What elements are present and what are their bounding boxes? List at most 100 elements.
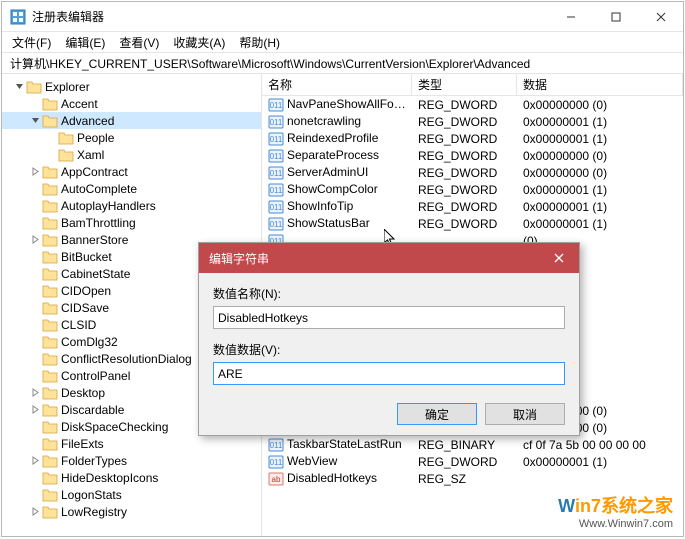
expander-none [28,199,42,213]
expander-none [28,318,42,332]
value-type-cell: REG_DWORD [412,200,517,214]
chevron-right-icon[interactable] [28,505,42,519]
tree-item[interactable]: Explorer [2,78,261,95]
tree-item-label: BitBucket [61,250,112,264]
cancel-button[interactable]: 取消 [485,403,565,425]
chevron-down-icon[interactable] [12,80,26,94]
tree-item-label: LogonStats [61,488,122,502]
tree-item-label: AutoplayHandlers [61,199,156,213]
svg-text:011: 011 [270,441,283,450]
expander-none [28,352,42,366]
svg-text:011: 011 [270,169,283,178]
value-name-cell: 011NavPaneShowAllFolders [262,97,412,112]
regedit-icon [10,9,26,25]
value-type-cell: REG_DWORD [412,183,517,197]
menu-help[interactable]: 帮助(H) [233,33,286,52]
tree-item[interactable]: Advanced [2,112,261,129]
tree-item-label: DiskSpaceChecking [61,420,168,434]
expander-none [28,284,42,298]
tree-item-label: ControlPanel [61,369,130,383]
tree-item-label: LowRegistry [61,505,127,519]
value-type-cell: REG_DWORD [412,132,517,146]
value-row[interactable]: 011ShowStatusBarREG_DWORD0x00000001 (1) [262,215,683,232]
minimize-button[interactable] [548,2,593,31]
tree-item[interactable]: HideDesktopIcons [2,469,261,486]
svg-text:011: 011 [270,135,283,144]
value-name-cell: 011ShowStatusBar [262,216,412,231]
tree-item[interactable]: LowRegistry [2,503,261,520]
value-data-cell: cf 0f 7a 5b 00 00 00 00 [517,438,683,452]
value-row[interactable]: 011nonetcrawlingREG_DWORD0x00000001 (1) [262,113,683,130]
tree-item-label: ConflictResolutionDialog [61,352,192,366]
svg-text:011: 011 [270,152,283,161]
value-data-cell: 0x00000000 (0) [517,166,683,180]
menu-view[interactable]: 查看(V) [113,33,165,52]
tree-item-label: HideDesktopIcons [61,471,158,485]
value-data-cell: 0x00000001 (1) [517,183,683,197]
ok-button[interactable]: 确定 [397,403,477,425]
tree-item-label: Advanced [61,114,114,128]
col-header-type[interactable]: 类型 [412,74,517,95]
close-button[interactable] [638,2,683,31]
value-row[interactable]: 011WebViewREG_DWORD0x00000001 (1) [262,453,683,470]
menu-file[interactable]: 文件(F) [6,33,57,52]
value-data-label: 数值数据(V): [213,341,565,358]
window-title: 注册表编辑器 [32,8,548,25]
tree-item[interactable]: FileExts [2,435,261,452]
tree-item[interactable]: FolderTypes [2,452,261,469]
value-row[interactable]: 011ShowInfoTipREG_DWORD0x00000001 (1) [262,198,683,215]
value-row[interactable]: 011TaskbarStateLastRunREG_BINARYcf 0f 7a… [262,436,683,453]
col-header-data[interactable]: 数据 [517,74,683,95]
chevron-right-icon[interactable] [28,403,42,417]
chevron-right-icon[interactable] [28,454,42,468]
expander-none [28,437,42,451]
tree-item[interactable]: AutoComplete [2,180,261,197]
value-row[interactable]: 011ShowCompColorREG_DWORD0x00000001 (1) [262,181,683,198]
tree-item[interactable]: Xaml [2,146,261,163]
svg-text:011: 011 [270,186,283,195]
value-name-cell: abDisabledHotkeys [262,471,412,486]
tree-item[interactable]: People [2,129,261,146]
address-text: 计算机\HKEY_CURRENT_USER\Software\Microsoft… [10,55,530,72]
tree-item[interactable]: Accent [2,95,261,112]
maximize-button[interactable] [593,2,638,31]
menu-edit[interactable]: 编辑(E) [59,33,111,52]
value-type-cell: REG_DWORD [412,115,517,129]
expander-none [28,182,42,196]
chevron-right-icon[interactable] [28,233,42,247]
tree-item-label: CabinetState [61,267,130,281]
expander-none [44,131,58,145]
dialog-close-button[interactable] [539,243,579,273]
svg-text:ab: ab [272,475,281,484]
expander-none [28,335,42,349]
tree-item-label: Xaml [77,148,104,162]
value-row[interactable]: 011SeparateProcessREG_DWORD0x00000000 (0… [262,147,683,164]
value-row[interactable]: 011NavPaneShowAllFoldersREG_DWORD0x00000… [262,96,683,113]
value-data-cell: 0x00000001 (1) [517,455,683,469]
tree-item[interactable]: LogonStats [2,486,261,503]
value-type-cell: REG_DWORD [412,455,517,469]
value-data-input[interactable] [213,362,565,385]
tree-item[interactable]: AutoplayHandlers [2,197,261,214]
value-row[interactable]: abDisabledHotkeysREG_SZ [262,470,683,487]
value-row[interactable]: 011ReindexedProfileREG_DWORD0x00000001 (… [262,130,683,147]
tree-item-label: Explorer [45,80,90,94]
value-type-cell: REG_BINARY [412,438,517,452]
col-header-name[interactable]: 名称 [262,74,412,95]
tree-item[interactable]: BamThrottling [2,214,261,231]
expander-none [28,267,42,281]
dialog-titlebar[interactable]: 编辑字符串 [199,243,579,273]
chevron-right-icon[interactable] [28,386,42,400]
chevron-right-icon[interactable] [28,165,42,179]
value-name-input[interactable] [213,306,565,329]
tree-item[interactable]: AppContract [2,163,261,180]
svg-text:011: 011 [270,203,283,212]
tree-item-label: BannerStore [61,233,128,247]
chevron-down-icon[interactable] [28,114,42,128]
svg-text:011: 011 [270,101,283,110]
address-bar[interactable]: 计算机\HKEY_CURRENT_USER\Software\Microsoft… [2,52,683,74]
tree-item-label: Desktop [61,386,105,400]
value-row[interactable]: 011ServerAdminUIREG_DWORD0x00000000 (0) [262,164,683,181]
expander-none [28,301,42,315]
menu-favorites[interactable]: 收藏夹(A) [167,33,231,52]
